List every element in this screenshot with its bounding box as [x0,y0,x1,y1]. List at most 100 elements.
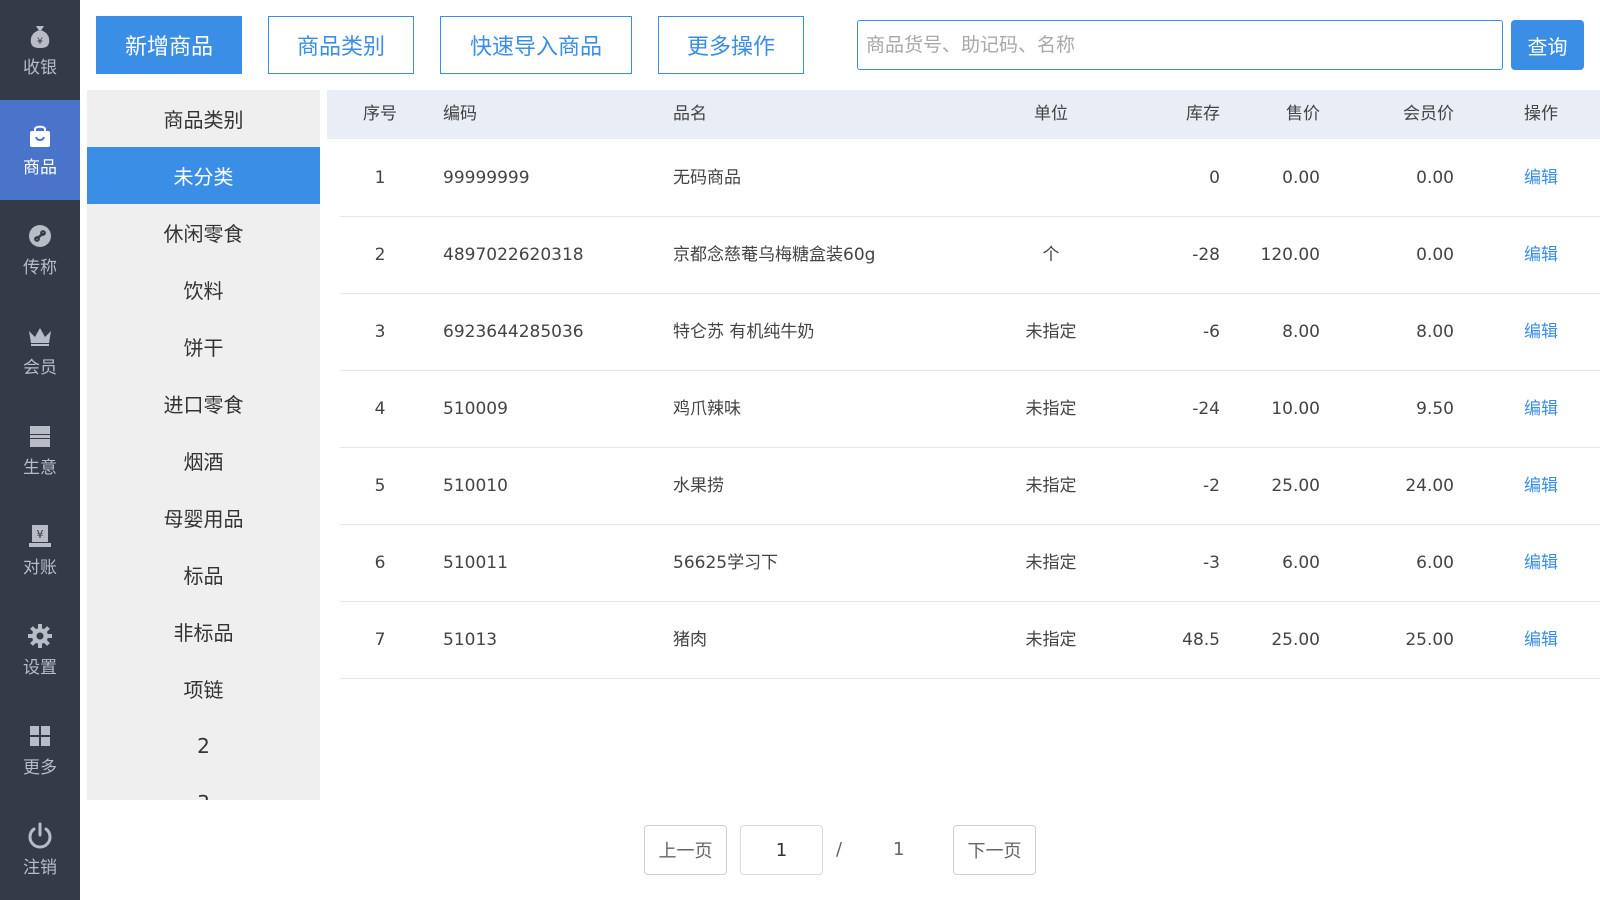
nav-item-more[interactable]: 更多 [0,700,80,800]
svg-text:¥: ¥ [37,528,44,541]
add-product-button[interactable]: 新增商品 [96,16,242,74]
search-input[interactable] [857,20,1503,70]
nav-label: 设置 [23,658,57,678]
table-row[interactable]: 1 99999999 无码商品 0 0.00 0.00 编辑 [340,140,1600,217]
edit-link[interactable]: 编辑 [1524,217,1558,294]
cell-price: 10.00 [1271,399,1320,419]
cell-price: 6.00 [1282,553,1320,573]
page-separator: / [836,839,843,860]
nav-item-reconcile[interactable]: ¥ 对账 [0,500,80,600]
nav-label: 生意 [23,458,57,478]
cell-unit: 未指定 [1025,322,1077,342]
cell-code: 99999999 [443,168,530,188]
edit-link[interactable]: 编辑 [1524,371,1558,448]
category-item[interactable]: 休闲零食 [87,204,320,261]
cell-index: 2 [374,245,386,265]
grid-icon [30,726,50,746]
category-item[interactable]: 2 [87,717,320,774]
nav-item-products[interactable]: 商品 [0,100,80,200]
cell-member-price: 0.00 [1416,168,1454,188]
query-button[interactable]: 查询 [1511,20,1584,70]
category-item[interactable]: 饼干 [87,318,320,375]
power-icon [28,822,52,849]
cell-index: 7 [374,630,386,650]
cell-stock: -28 [1192,245,1220,265]
cell-name: 无码商品 [673,168,741,188]
edit-link[interactable]: 编辑 [1524,602,1558,679]
cell-index: 6 [374,553,386,573]
table-row[interactable]: 2 4897022620318 京都念慈菴乌梅糖盒装60g 个 -28 120.00 0.0… [340,217,1600,294]
cell-price: 25.00 [1271,476,1320,496]
category-button[interactable]: 商品类别 [268,16,414,74]
nav-item-business[interactable]: 生意 [0,400,80,500]
nav-item-logout[interactable]: 注销 [0,800,80,900]
cell-stock: 48.5 [1182,630,1220,650]
header-price: 售价 [1286,104,1320,124]
category-item[interactable]: 项链 [87,660,320,717]
page-number-input[interactable] [740,825,823,875]
header-member-price: 会员价 [1403,104,1454,124]
category-item[interactable]: 饮料 [87,261,320,318]
cell-index: 1 [374,168,386,188]
cell-unit: 未指定 [1025,553,1077,573]
nav-item-members[interactable]: 会员 [0,300,80,400]
table-row[interactable]: 4 510009 鸡爪辣味 未指定 -24 10.00 9.50 编辑 [340,371,1600,448]
scale-link-icon [29,225,51,247]
category-item[interactable]: 3 [87,774,320,801]
cell-name: 京都念慈菴乌梅糖盒装60g [673,245,876,265]
total-pages: 1 [893,839,905,860]
cell-member-price: 0.00 [1416,245,1454,265]
cell-price: 120.00 [1260,245,1320,265]
cell-member-price: 25.00 [1405,630,1454,650]
category-item-uncategorized[interactable]: 未分类 [87,147,320,204]
cell-code: 510009 [443,399,508,419]
nav-label: 收银 [23,58,57,78]
nav-label: 更多 [23,758,57,778]
crown-icon [29,328,51,346]
more-actions-button[interactable]: 更多操作 [658,16,804,74]
cell-member-price: 9.50 [1416,399,1454,419]
header-code: 编码 [443,104,477,124]
register-icon [30,426,50,447]
main-nav: ¥ 收银 商品 传称 会员 生意 ¥ 对账 设置 更多 注销 [0,0,80,900]
quick-import-button[interactable]: 快速导入商品 [440,16,632,74]
cell-unit: 未指定 [1025,476,1077,496]
nav-item-scale[interactable]: 传称 [0,200,80,300]
next-page-button[interactable]: 下一页 [953,825,1036,875]
table-row[interactable]: 3 6923644285036 特仑苏 有机纯牛奶 未指定 -6 8.00 8.00 编辑 [340,294,1600,371]
cell-index: 5 [374,476,386,496]
prev-page-button[interactable]: 上一页 [644,825,727,875]
cell-stock: -24 [1192,399,1220,419]
table-header: 序号 编码 品名 单位 库存 售价 会员价 操作 [327,90,1600,139]
money-bag-icon: ¥ [30,26,50,48]
header-unit: 单位 [1034,104,1068,124]
nav-item-cashier[interactable]: ¥ 收银 [0,0,80,100]
cell-code: 4897022620318 [443,245,584,265]
shopping-bag-icon [30,125,50,147]
edit-link[interactable]: 编辑 [1524,525,1558,602]
cell-code: 510011 [443,553,508,573]
edit-link[interactable]: 编辑 [1524,294,1558,371]
category-item[interactable]: 烟酒 [87,432,320,489]
cell-price: 8.00 [1282,322,1320,342]
nav-item-settings[interactable]: 设置 [0,600,80,700]
cell-member-price: 6.00 [1416,553,1454,573]
category-item[interactable]: 标品 [87,546,320,603]
cell-price: 25.00 [1271,630,1320,650]
cell-name: 水果捞 [673,476,724,496]
cell-name: 特仑苏 有机纯牛奶 [673,322,815,342]
cell-unit: 未指定 [1025,630,1077,650]
category-item[interactable]: 进口零食 [87,375,320,432]
table-row[interactable]: 5 510010 水果捞 未指定 -2 25.00 24.00 编辑 [340,448,1600,525]
category-item[interactable]: 母婴用品 [87,489,320,546]
cell-unit [1021,140,1081,217]
category-item[interactable]: 非标品 [87,603,320,660]
nav-label: 会员 [23,358,57,378]
cell-unit: 未指定 [1025,399,1077,419]
table-row[interactable]: 7 51013 猪肉 未指定 48.5 25.00 25.00 编辑 [340,602,1600,679]
edit-link[interactable]: 编辑 [1524,448,1558,525]
edit-link[interactable]: 编辑 [1524,140,1558,217]
table-row[interactable]: 6 510011 56625学习下 未指定 -3 6.00 6.00 编辑 [340,525,1600,602]
nav-label: 商品 [23,158,57,178]
cell-price: 0.00 [1282,168,1320,188]
